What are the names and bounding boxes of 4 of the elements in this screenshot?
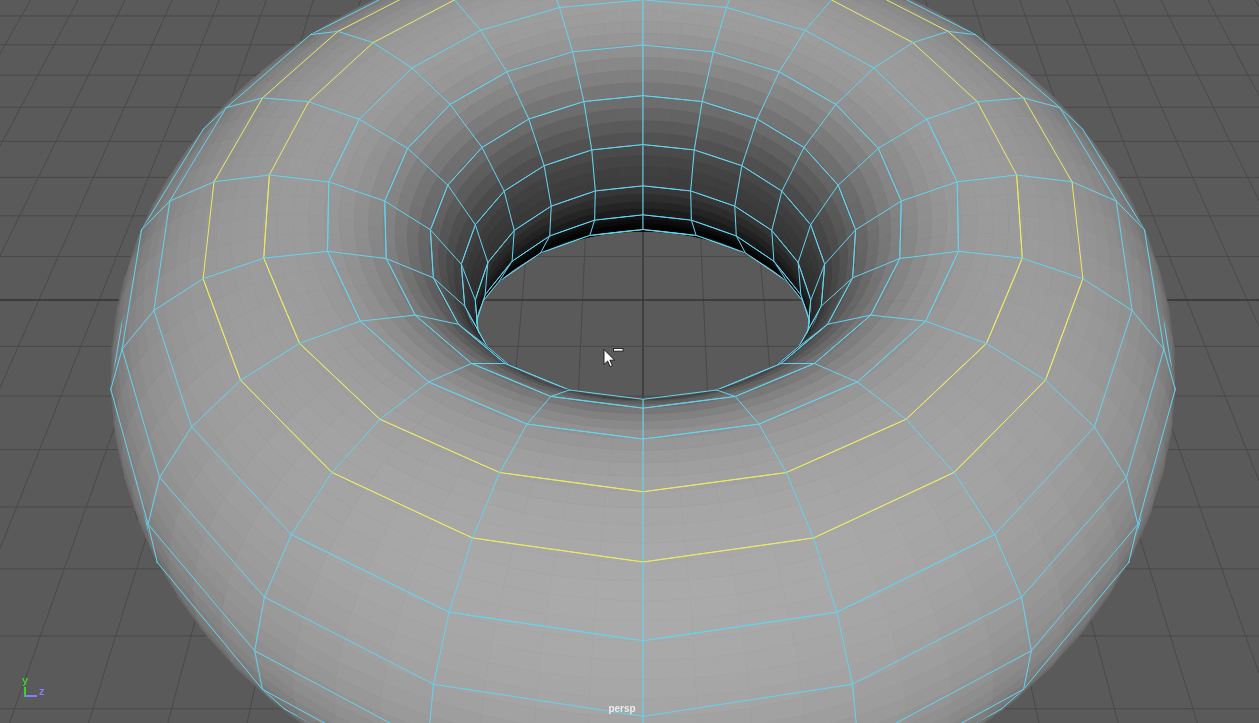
mouse-cursor-icon [603,348,624,368]
axis-label: y [22,675,29,686]
axis-label: z [39,686,45,697]
camera-name-label: persp [608,703,636,715]
